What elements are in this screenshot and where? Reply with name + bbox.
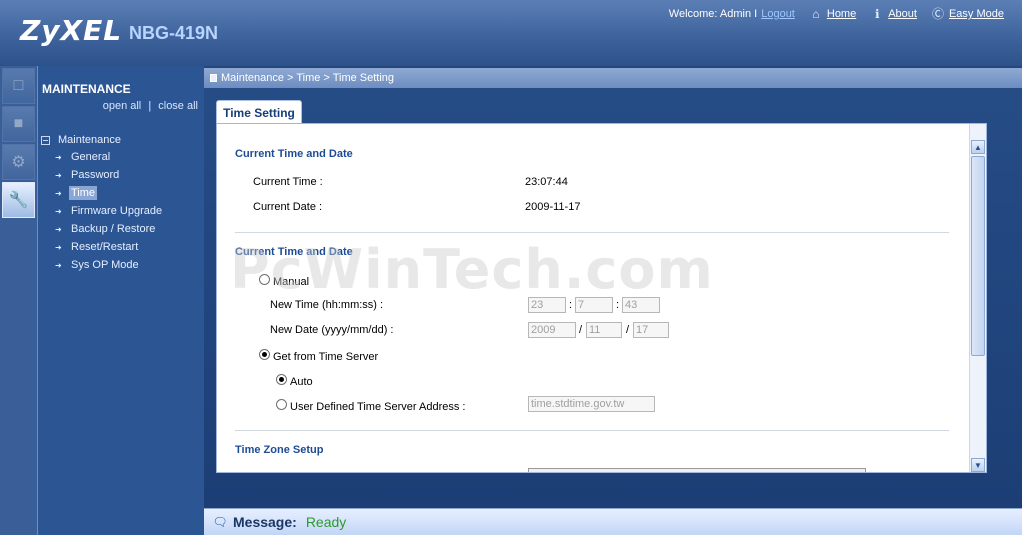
bullet-arrow-icon: ➜: [55, 170, 62, 180]
menu-item-label: Sys OP Mode: [71, 259, 139, 271]
message-status: Ready: [305, 514, 347, 530]
section-divider: [235, 430, 949, 431]
menu-item-backup-restore[interactable]: ➜ Backup / Restore: [41, 220, 201, 238]
tree-root-maintenance[interactable]: Maintenance: [41, 132, 201, 148]
menu-item-firmware-upgrade[interactable]: ➜ Firmware Upgrade: [41, 202, 201, 220]
current-date-label: Current Date :: [253, 201, 323, 213]
close-all-link[interactable]: close all: [158, 100, 198, 112]
date-separator: /: [579, 324, 583, 336]
menu-item-label: Firmware Upgrade: [71, 205, 163, 217]
bullet-arrow-icon: ➜: [55, 242, 62, 252]
time-separator: :: [616, 299, 620, 311]
about-link[interactable]: About: [888, 8, 917, 20]
maintenance-tools-icon[interactable]: 🔧: [2, 182, 35, 218]
menu-item-label: Time: [69, 186, 98, 200]
easy-mode-icon[interactable]: Ⓒ: [931, 7, 945, 21]
menu-item-label: Backup / Restore: [71, 223, 156, 235]
header-bar: ZyXEL NBG-419N Welcome: Admin I Logout ⌂…: [0, 0, 1022, 66]
brand-logo: ZyXEL: [20, 14, 123, 47]
configuration-gear-icon[interactable]: ⚙: [2, 144, 35, 180]
new-time-label: New Time (hh:mm:ss) :: [270, 299, 384, 311]
side-menu: MAINTENANCE open all | close all Mainten…: [37, 66, 204, 535]
page-icon: [210, 74, 217, 82]
scroll-down-icon[interactable]: ▼: [971, 458, 985, 472]
time-zone-section-title: Time Zone Setup: [235, 444, 324, 456]
bullet-arrow-icon: ➜: [55, 260, 62, 270]
auto-radio[interactable]: [276, 374, 287, 385]
current-time-section-title: Current Time and Date: [235, 148, 353, 160]
network-category-icon[interactable]: ■: [2, 106, 35, 142]
menu-tree: Maintenance ➜ General ➜ Password ➜ Time …: [41, 132, 201, 274]
user-defined-label: User Defined Time Server Address :: [290, 401, 466, 413]
current-time-value: 23:07:44: [525, 176, 568, 188]
bullet-arrow-icon: ➜: [55, 206, 62, 216]
hour-input[interactable]: [528, 297, 566, 313]
time-zone-select[interactable]: [528, 468, 866, 472]
open-all-link[interactable]: open all: [103, 100, 142, 112]
home-icon[interactable]: ⌂: [809, 7, 823, 21]
minute-input[interactable]: [575, 297, 613, 313]
message-icon: 🗨: [212, 515, 228, 529]
model-name: NBG-419N: [129, 23, 219, 43]
time-server-address-input[interactable]: [528, 396, 655, 412]
menu-item-label: Password: [71, 169, 120, 181]
menu-item-password[interactable]: ➜ Password: [41, 166, 201, 184]
new-date-label: New Date (yyyy/mm/dd) :: [270, 324, 394, 336]
settings-panel: Current Time and Date Current Time : 23:…: [216, 123, 987, 473]
menu-item-sys-op-mode[interactable]: ➜ Sys OP Mode: [41, 256, 201, 274]
vertical-scrollbar[interactable]: ▲ ▼: [969, 124, 986, 472]
bullet-arrow-icon: ➜: [55, 152, 62, 162]
current-time-label: Current Time :: [253, 176, 323, 188]
auto-label: Auto: [290, 376, 313, 388]
menu-item-time[interactable]: ➜ Time: [41, 184, 201, 202]
month-input[interactable]: [586, 322, 622, 338]
tab-time-setting[interactable]: Time Setting: [216, 100, 302, 124]
section-divider: [235, 232, 949, 233]
time-server-radio[interactable]: [259, 349, 270, 360]
easy-mode-link[interactable]: Easy Mode: [949, 8, 1004, 20]
welcome-text: Welcome: Admin I: [668, 8, 758, 20]
second-input[interactable]: [622, 297, 660, 313]
menu-open-close: open all | close all: [103, 100, 198, 112]
manual-label: Manual: [273, 276, 310, 288]
top-nav: Welcome: Admin I Logout ⌂ Home ℹ About Ⓒ…: [669, 7, 1004, 21]
manual-radio[interactable]: [259, 274, 270, 285]
date-separator: /: [626, 324, 630, 336]
collapse-icon[interactable]: [41, 135, 50, 145]
category-strip: □ ■ ⚙ 🔧: [0, 66, 37, 535]
user-defined-radio[interactable]: [276, 399, 287, 410]
year-input[interactable]: [528, 322, 576, 338]
status-category-icon[interactable]: □: [2, 68, 35, 104]
menu-item-label: Reset/Restart: [71, 241, 139, 253]
current-date-value: 2009-11-17: [525, 201, 581, 213]
message-bar: 🗨 Message: Ready: [204, 508, 1022, 535]
logout-link[interactable]: Logout: [761, 8, 795, 20]
menu-item-reset-restart[interactable]: ➜ Reset/Restart: [41, 238, 201, 256]
menu-item-label: General: [71, 151, 111, 163]
scroll-thumb[interactable]: [971, 156, 985, 356]
breadcrumb-text: Maintenance > Time > Time Setting: [221, 72, 395, 84]
time-separator: :: [569, 299, 573, 311]
time-setting-section-title: Current Time and Date: [235, 246, 353, 258]
tree-root-label: Maintenance: [58, 134, 121, 146]
bullet-arrow-icon: ➜: [55, 188, 62, 198]
home-link[interactable]: Home: [827, 8, 856, 20]
menu-item-general[interactable]: ➜ General: [41, 148, 201, 166]
menu-title: MAINTENANCE: [42, 82, 131, 96]
info-icon[interactable]: ℹ: [870, 7, 884, 21]
scroll-up-icon[interactable]: ▲: [971, 140, 985, 154]
message-label: Message:: [233, 514, 297, 530]
time-server-label: Get from Time Server: [273, 351, 379, 363]
main-content: Time Setting Current Time and Date Curre…: [204, 88, 1022, 508]
open-close-separator: |: [148, 100, 152, 112]
breadcrumb: Maintenance > Time > Time Setting: [204, 68, 1022, 88]
day-input[interactable]: [633, 322, 669, 338]
bullet-arrow-icon: ➜: [55, 224, 62, 234]
